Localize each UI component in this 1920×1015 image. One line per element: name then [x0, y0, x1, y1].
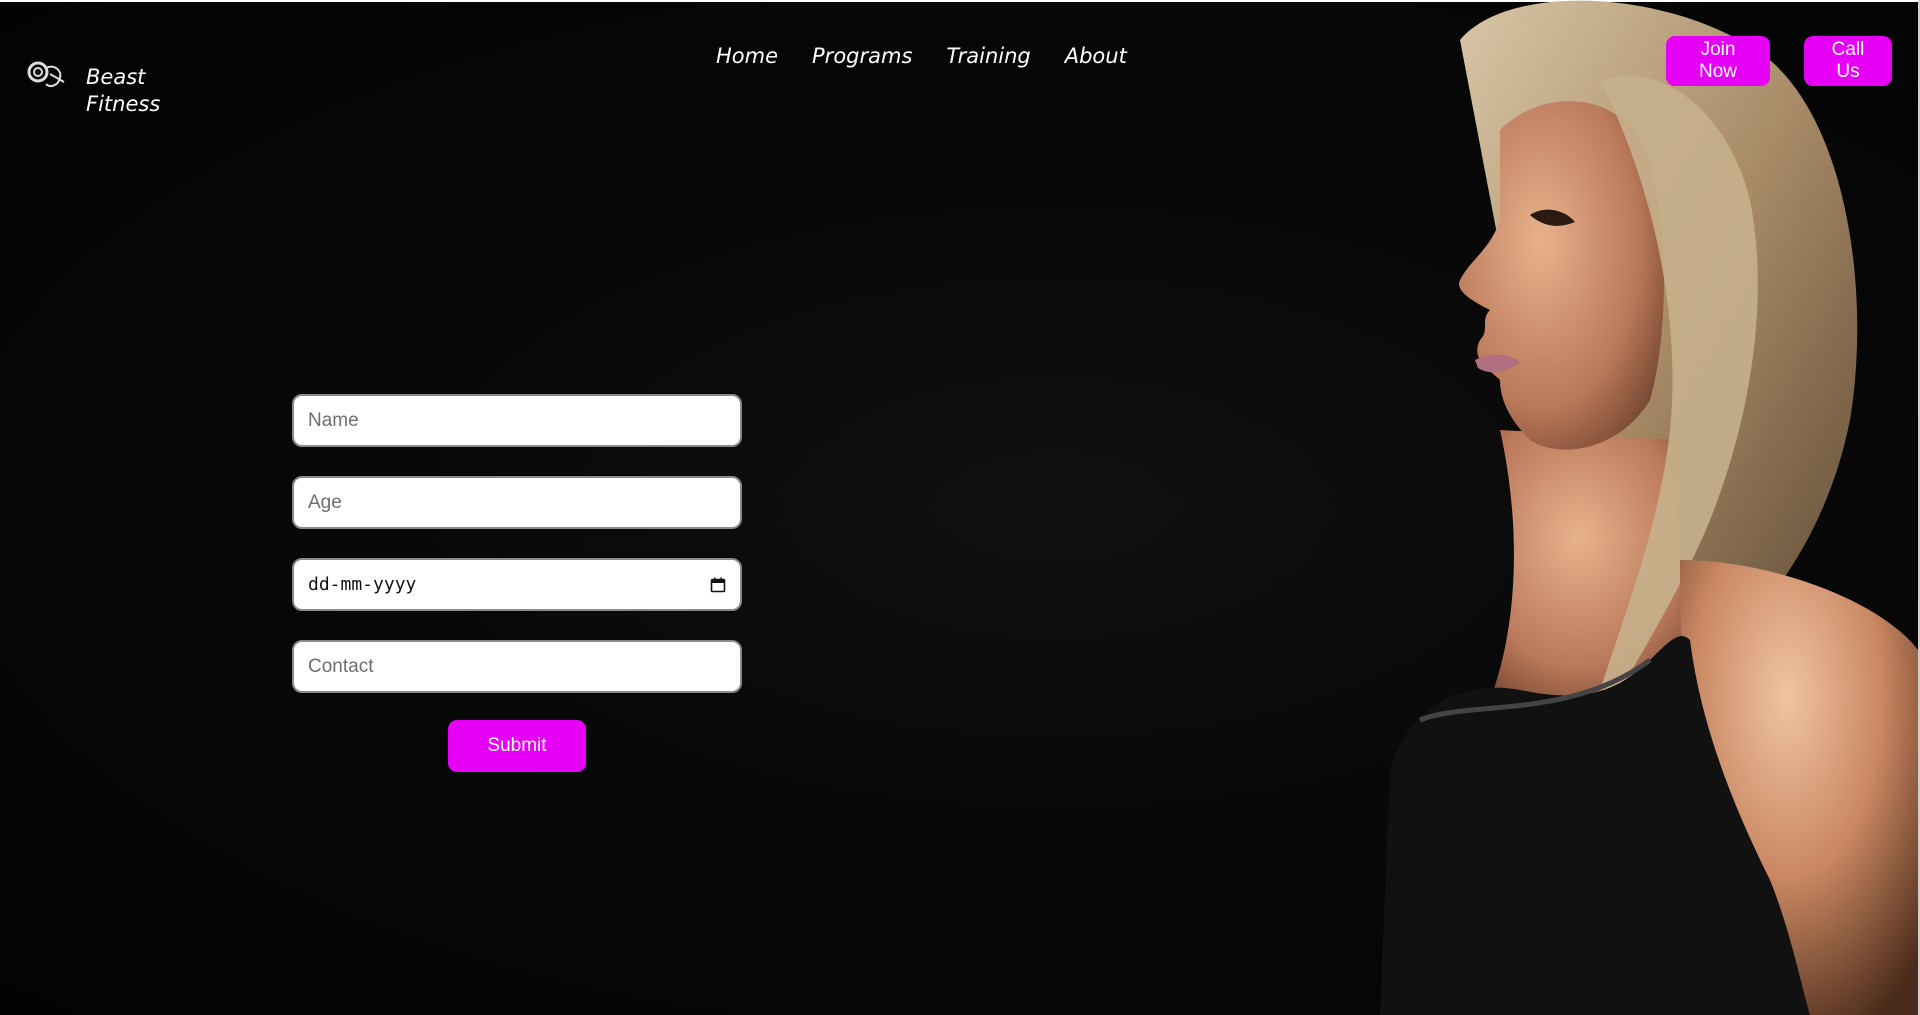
submit-button[interactable]: Submit: [448, 720, 586, 772]
page: Beast Fitness Home Programs Training Abo…: [0, 0, 1920, 1015]
date-placeholder: dd-mm-yyyy: [308, 574, 417, 595]
brand-logo[interactable]: Beast Fitness: [24, 56, 160, 118]
main-nav: Home Programs Training About: [716, 44, 1127, 68]
nav-home[interactable]: Home: [716, 44, 778, 68]
name-input[interactable]: Name: [292, 394, 742, 447]
name-placeholder: Name: [308, 409, 359, 431]
contact-input[interactable]: Contact: [292, 640, 742, 693]
age-placeholder: Age: [308, 491, 342, 513]
calendar-icon[interactable]: [710, 577, 726, 593]
brand-name-line2: Fitness: [86, 92, 161, 116]
call-us-button[interactable]: Call Us: [1804, 36, 1892, 86]
nav-programs[interactable]: Programs: [812, 44, 912, 68]
age-input[interactable]: Age: [292, 476, 742, 529]
nav-about[interactable]: About: [1065, 44, 1127, 68]
signup-form: Name Age dd-mm-yyyy Contact Submit: [292, 394, 742, 772]
contact-placeholder: Contact: [308, 655, 374, 677]
brand-name-line1: Beast: [86, 65, 146, 89]
beast-fitness-logo-icon: [27, 61, 65, 87]
brand-name: Beast Fitness: [86, 64, 160, 118]
date-input[interactable]: dd-mm-yyyy: [292, 558, 742, 611]
join-now-button[interactable]: Join Now: [1666, 36, 1770, 86]
hero-photo: [1350, 0, 1918, 1015]
nav-training[interactable]: Training: [946, 44, 1030, 68]
